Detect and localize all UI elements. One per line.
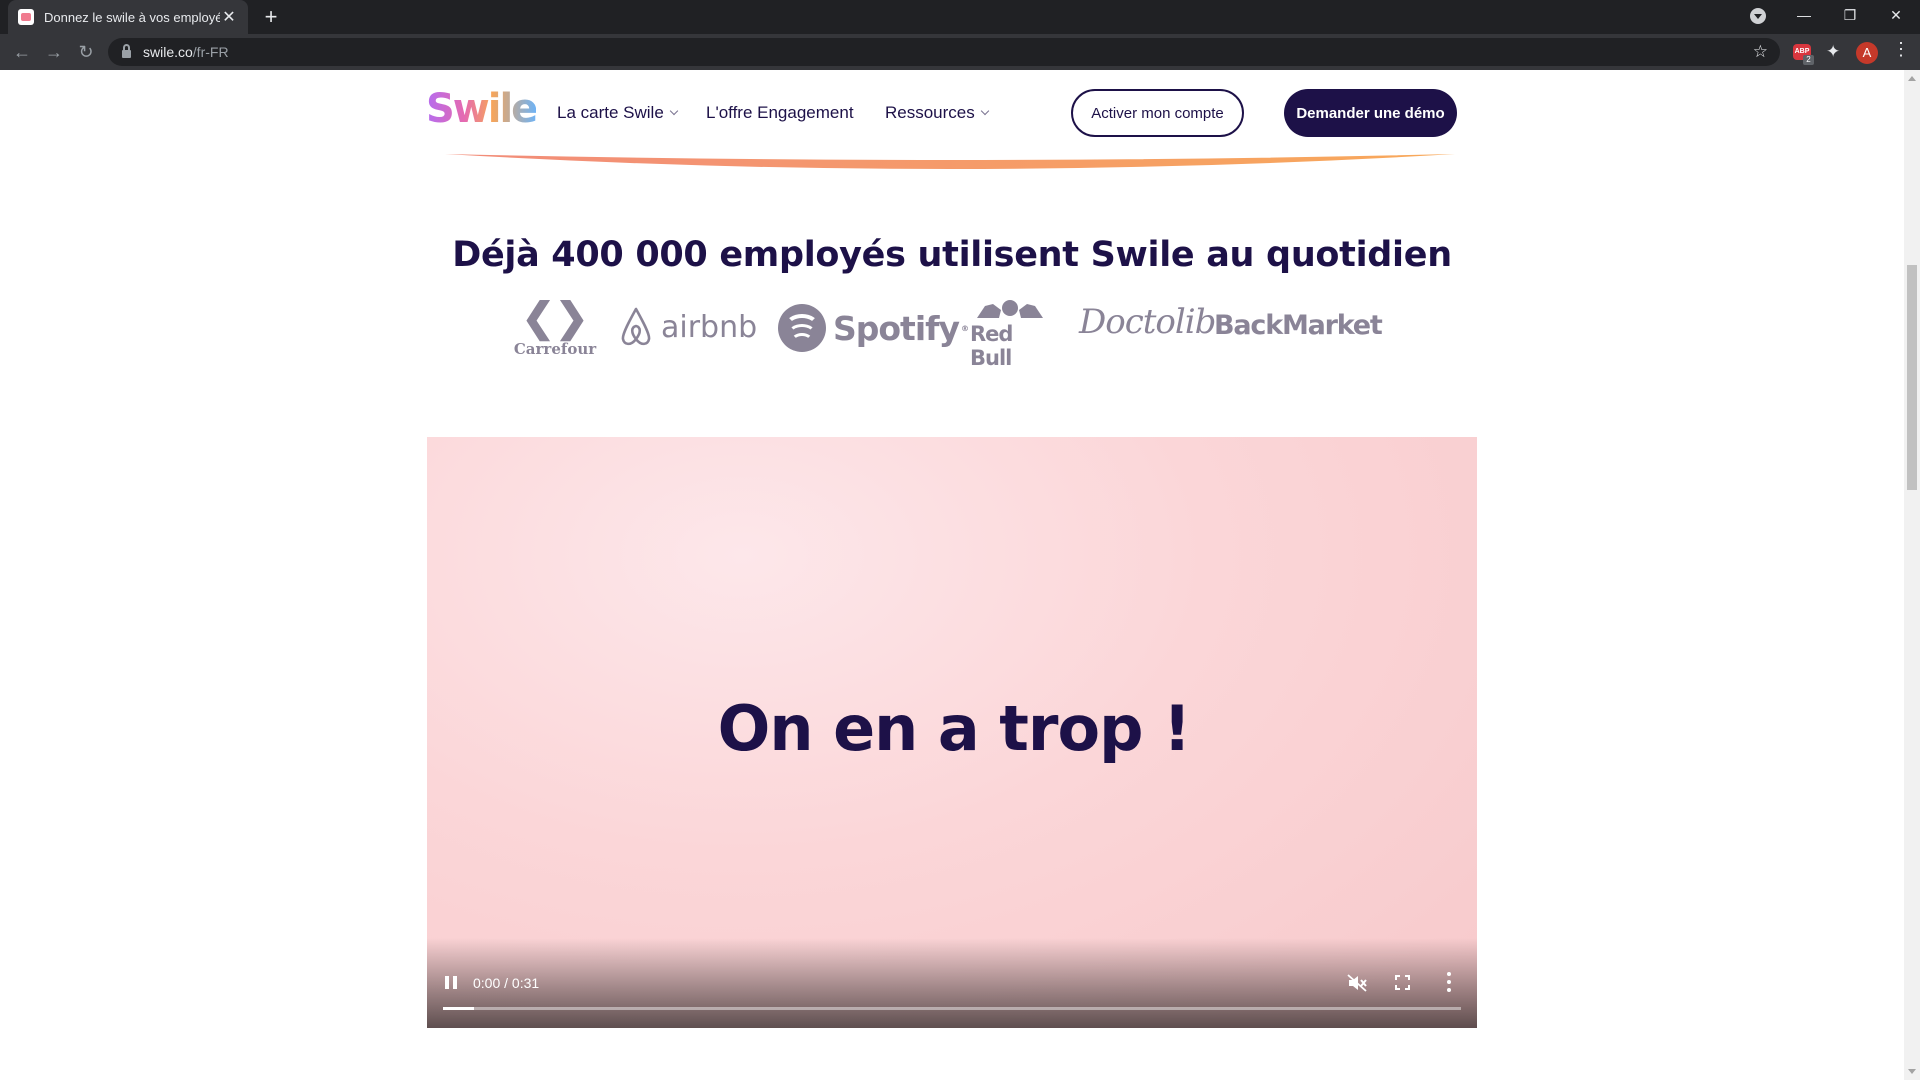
- spotify-circle-icon: [778, 304, 826, 352]
- scroll-down-arrow-icon[interactable]: [1908, 1069, 1916, 1074]
- redbull-bulls-icon: [977, 300, 1043, 318]
- lock-icon: [122, 44, 131, 58]
- video-progress-slider[interactable]: [443, 1007, 1461, 1010]
- new-tab-icon[interactable]: +: [258, 4, 284, 30]
- backmarket-wordmark: BackMarket: [1214, 310, 1383, 341]
- extension-badge: 2: [1803, 55, 1814, 65]
- airbnb-logo: airbnb: [619, 306, 757, 348]
- nav-label: L'offre Engagement: [706, 103, 854, 122]
- video-time: 0:00 / 0:31: [473, 975, 540, 991]
- tab-title: Donnez le swile à vos employés: [44, 9, 220, 25]
- minimize-icon[interactable]: —: [1781, 0, 1827, 30]
- nav-offre-engagement[interactable]: L'offre Engagement: [706, 103, 854, 123]
- pause-icon[interactable]: [445, 976, 457, 989]
- request-demo-button[interactable]: Demander une démo: [1284, 89, 1457, 137]
- muted-speaker-icon[interactable]: [1347, 974, 1367, 992]
- doctolib-logo: Doctolib: [1079, 302, 1216, 342]
- trust-headline: Déjà 400 000 employés utilisent Swile au…: [452, 235, 1452, 275]
- url-path: /fr-FR: [192, 44, 229, 60]
- airbnb-belo-icon: [621, 307, 651, 346]
- video-player[interactable]: On en a trop ! 0:00 / 0:31: [427, 437, 1477, 1028]
- page-scrollbar[interactable]: [1904, 70, 1920, 1080]
- browser-tab[interactable]: Donnez le swile à vos employés ✕: [8, 0, 248, 34]
- fullscreen-icon[interactable]: [1395, 975, 1410, 990]
- profile-avatar[interactable]: A: [1856, 42, 1878, 64]
- scroll-up-arrow-icon[interactable]: [1908, 76, 1916, 81]
- nav-la-carte-swile[interactable]: La carte Swile: [557, 103, 679, 123]
- doctolib-wordmark: Doctolib: [1079, 302, 1216, 342]
- browser-tab-strip: Donnez le swile à vos employés ✕ + — ❐ ✕: [0, 0, 1920, 34]
- nav-label: Ressources: [885, 103, 975, 122]
- airbnb-wordmark: airbnb: [661, 309, 758, 345]
- backmarket-logo: BackMarket: [1214, 310, 1383, 341]
- spotify-wordmark: Spotify: [833, 308, 960, 348]
- browser-toolbar: ← → ↻ swile.co/fr-FR ☆: [0, 34, 1920, 70]
- extensions-puzzle-icon[interactable]: ✦: [1826, 42, 1840, 62]
- redbull-wordmark: Red Bull: [970, 322, 1013, 370]
- carrefour-wordmark: Carrefour: [513, 340, 597, 358]
- chevron-down-icon: [980, 106, 990, 116]
- swile-logo[interactable]: Swile: [426, 86, 538, 132]
- bookmark-star-icon[interactable]: ☆: [1753, 42, 1768, 62]
- close-window-icon[interactable]: ✕: [1873, 0, 1919, 30]
- nav-label: La carte Swile: [557, 103, 664, 122]
- spotify-logo: Spotify ®: [778, 304, 969, 352]
- chevron-down-icon: [669, 106, 679, 116]
- redbull-logo: Red Bull: [970, 296, 1050, 370]
- favicon-icon: [18, 9, 34, 25]
- page-viewport: Swile La carte Swile L'offre Engagement …: [0, 70, 1904, 1080]
- reload-icon[interactable]: ↻: [72, 38, 100, 66]
- video-controls-bar: 0:00 / 0:31: [427, 938, 1477, 1028]
- video-progress-fill: [443, 1007, 474, 1010]
- scroll-thumb[interactable]: [1907, 265, 1917, 490]
- forward-arrow-icon[interactable]: →: [40, 38, 68, 66]
- video-caption: On en a trop !: [717, 692, 1192, 765]
- address-bar[interactable]: swile.co/fr-FR ☆: [108, 38, 1780, 66]
- close-tab-icon[interactable]: ✕: [220, 7, 238, 27]
- activate-account-button[interactable]: Activer mon compte: [1071, 89, 1244, 137]
- header-swoosh-decoration: [445, 154, 1455, 169]
- tab-search-icon[interactable]: [1750, 8, 1766, 24]
- carrefour-mark-icon: ❮❯: [521, 294, 589, 341]
- carrefour-logo: ❮❯ Carrefour: [513, 294, 597, 359]
- more-options-icon[interactable]: [1447, 972, 1451, 992]
- restore-icon[interactable]: ❐: [1827, 0, 1873, 30]
- url-host: swile.co: [143, 44, 193, 60]
- nav-ressources[interactable]: Ressources: [885, 103, 990, 123]
- back-arrow-icon[interactable]: ←: [8, 38, 36, 66]
- browser-menu-icon[interactable]: ⋮: [1892, 40, 1910, 58]
